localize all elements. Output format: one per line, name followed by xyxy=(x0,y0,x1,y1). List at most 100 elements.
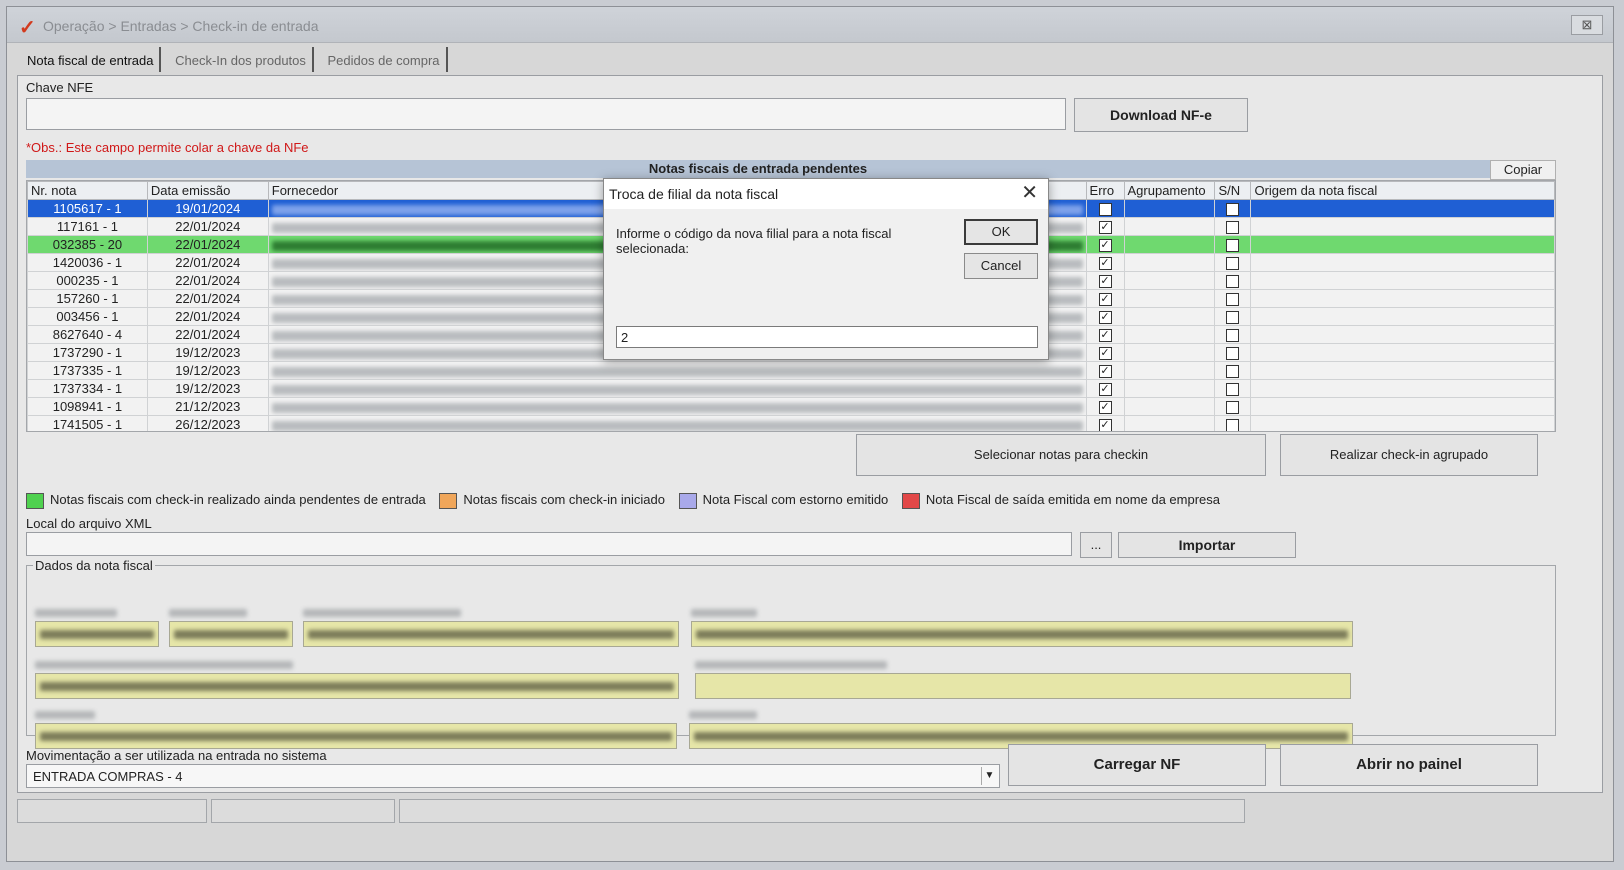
checkin-agrupado-button[interactable]: Realizar check-in agrupado xyxy=(1280,434,1538,476)
fornecedor-cell xyxy=(267,361,1087,380)
erro-cell: ✓ xyxy=(1085,235,1125,254)
xml-path-input[interactable] xyxy=(26,532,1072,556)
sn-checkbox[interactable] xyxy=(1226,329,1240,343)
blurred-label xyxy=(169,609,247,617)
erro-checkbox[interactable]: ✓ xyxy=(1098,365,1112,379)
sn-checkbox[interactable] xyxy=(1226,383,1240,397)
agrupamento-cell xyxy=(1123,379,1216,398)
sn-checkbox[interactable] xyxy=(1226,275,1240,289)
legend-label: Nota Fiscal de saída emitida em nome da … xyxy=(925,492,1221,507)
sn-checkbox[interactable] xyxy=(1226,347,1240,361)
browse-xml-button[interactable]: ... xyxy=(1080,532,1112,558)
legend-swatch-red xyxy=(901,492,920,509)
legend-item: Notas fiscais com check-in realizado ain… xyxy=(26,492,426,509)
abrir-painel-button[interactable]: Abrir no painel xyxy=(1280,744,1538,786)
dialog-cancel-button[interactable]: Cancel xyxy=(964,253,1038,279)
table-row[interactable]: 1737335 - 1 19/12/2023 ✓ xyxy=(27,361,1555,380)
sn-checkbox[interactable] xyxy=(1226,221,1240,235)
table-row[interactable]: 1737334 - 1 19/12/2023 ✓ xyxy=(27,379,1555,398)
erro-cell: ✓ xyxy=(1085,253,1125,272)
sn-cell xyxy=(1214,325,1252,344)
erro-cell: ✓ xyxy=(1085,343,1125,362)
cnpj-emitente-field xyxy=(35,673,679,699)
copy-button[interactable]: Copiar xyxy=(1490,160,1556,180)
erro-checkbox[interactable]: ✓ xyxy=(1098,347,1112,361)
agrupamento-cell xyxy=(1123,271,1216,290)
erro-cell: ✓ xyxy=(1085,199,1125,218)
origem-cell xyxy=(1250,217,1555,236)
table-row[interactable]: 1741505 - 1 26/12/2023 ✓ xyxy=(27,415,1555,431)
status-cell xyxy=(399,799,1245,823)
natureza-field xyxy=(303,621,679,647)
agrupamento-cell xyxy=(1123,253,1216,272)
window-close-button[interactable]: ⊠ xyxy=(1571,15,1603,35)
sn-checkbox[interactable] xyxy=(1226,293,1240,307)
legend-swatch-orange xyxy=(439,492,458,509)
movimentacao-select[interactable]: ENTRADA COMPRAS - 4 ▼ xyxy=(26,764,1000,788)
blurred-label xyxy=(695,661,887,669)
tab-pedidos-compra[interactable]: Pedidos de compra xyxy=(322,47,448,72)
data-emissao-cell: 19/01/2024 xyxy=(146,199,269,218)
tab-checkin-produtos[interactable]: Check-In dos produtos xyxy=(169,47,314,72)
erro-checkbox[interactable]: ✓ xyxy=(1098,329,1112,343)
nr-nota-cell: 1737334 - 1 xyxy=(27,379,148,398)
data-emissao-cell: 22/01/2024 xyxy=(146,307,269,326)
dialog-close-icon[interactable]: ✕ xyxy=(1021,183,1038,203)
agrupamento-cell xyxy=(1123,361,1216,380)
col-agrupamento[interactable]: Agrupamento xyxy=(1123,181,1216,200)
table-row[interactable]: 1098941 - 1 21/12/2023 ✓ xyxy=(27,397,1555,416)
col-origem[interactable]: Origem da nota fiscal xyxy=(1250,181,1555,200)
blurred-label xyxy=(35,609,117,617)
sn-checkbox[interactable] xyxy=(1226,419,1240,431)
agrupamento-cell xyxy=(1123,325,1216,344)
col-nr-nota[interactable]: Nr. nota xyxy=(27,181,148,200)
origem-cell xyxy=(1250,253,1555,272)
sn-cell xyxy=(1214,217,1252,236)
selecionar-notas-button[interactable]: Selecionar notas para checkin xyxy=(856,434,1266,476)
legend-item: Notas fiscais com check-in iniciado xyxy=(439,492,665,509)
erro-checkbox[interactable]: ✓ xyxy=(1098,419,1112,431)
erro-checkbox[interactable]: ✓ xyxy=(1098,239,1112,253)
sn-checkbox[interactable] xyxy=(1226,239,1240,253)
main-window: ✓ Operação > Entradas > Check-in de entr… xyxy=(6,6,1614,862)
blurred-label xyxy=(691,609,757,617)
chevron-down-icon[interactable]: ▼ xyxy=(981,767,997,785)
carregar-nf-button[interactable]: Carregar NF xyxy=(1008,744,1266,786)
tab-nota-fiscal-entrada[interactable]: Nota fiscal de entrada xyxy=(21,47,162,72)
erro-checkbox[interactable]: ✓ xyxy=(1098,257,1112,271)
col-sn[interactable]: S/N xyxy=(1214,181,1252,200)
sn-checkbox[interactable] xyxy=(1226,203,1240,217)
erro-checkbox[interactable]: ✓ xyxy=(1098,293,1112,307)
sn-cell xyxy=(1214,253,1252,272)
agrupamento-cell xyxy=(1123,415,1216,431)
erro-checkbox[interactable]: ✓ xyxy=(1098,203,1112,217)
erro-checkbox[interactable]: ✓ xyxy=(1098,275,1112,289)
sn-checkbox[interactable] xyxy=(1226,401,1240,415)
sn-cell xyxy=(1214,289,1252,308)
erro-checkbox[interactable]: ✓ xyxy=(1098,311,1112,325)
numero-serie-field xyxy=(35,621,159,647)
sn-checkbox[interactable] xyxy=(1226,365,1240,379)
chave-nfe-input[interactable] xyxy=(26,98,1066,130)
data-emissao-cell: 22/01/2024 xyxy=(146,235,269,254)
download-nfe-button[interactable]: Download NF-e xyxy=(1074,98,1248,132)
chave-estorno-field xyxy=(695,673,1351,699)
chave-nfe-field xyxy=(691,621,1353,647)
movimentacao-label: Movimentação a ser utilizada na entrada … xyxy=(26,748,327,763)
sn-cell xyxy=(1214,199,1252,218)
importar-button[interactable]: Importar xyxy=(1118,532,1296,558)
data-emissao-cell: 21/12/2023 xyxy=(146,397,269,416)
dialog-ok-button[interactable]: OK xyxy=(964,219,1038,245)
agrupamento-cell xyxy=(1123,307,1216,326)
erro-checkbox[interactable]: ✓ xyxy=(1098,401,1112,415)
origem-cell xyxy=(1250,199,1555,218)
col-erro[interactable]: Erro xyxy=(1085,181,1125,200)
filial-code-input[interactable]: 2 xyxy=(616,326,1038,348)
origem-cell xyxy=(1250,361,1555,380)
erro-checkbox[interactable]: ✓ xyxy=(1098,221,1112,235)
redacted-text xyxy=(271,367,1083,377)
sn-checkbox[interactable] xyxy=(1226,311,1240,325)
col-data-emissao[interactable]: Data emissão xyxy=(146,181,269,200)
sn-checkbox[interactable] xyxy=(1226,257,1240,271)
erro-checkbox[interactable]: ✓ xyxy=(1098,383,1112,397)
